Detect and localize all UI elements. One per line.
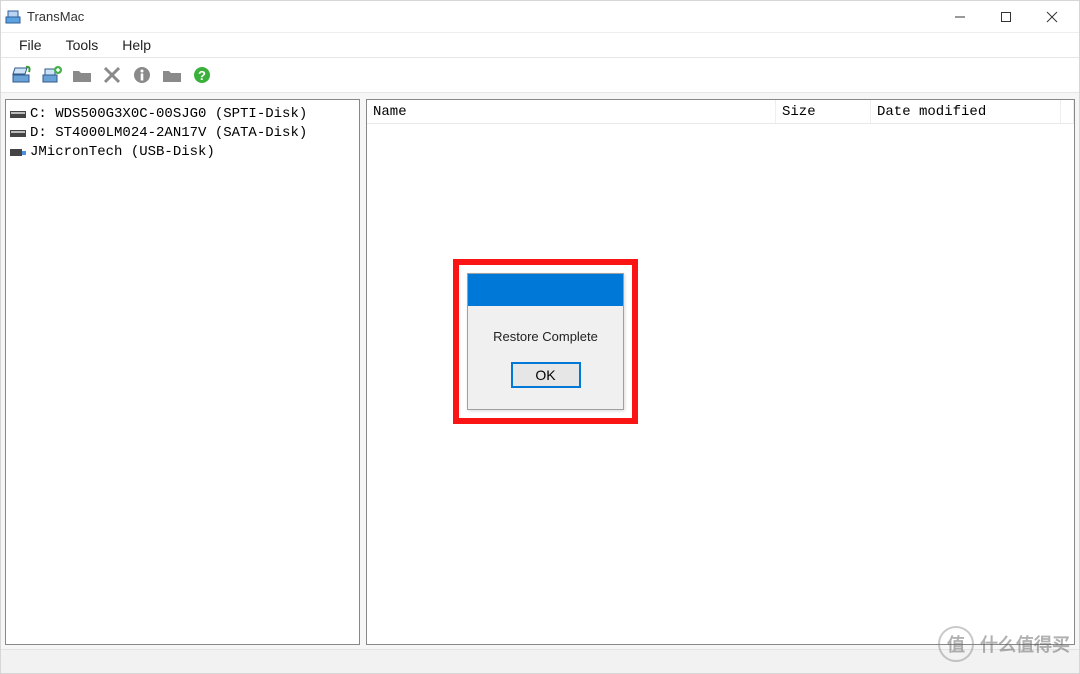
ok-button[interactable]: OK <box>511 362 581 388</box>
tree-item[interactable]: JMicronTech (USB-Disk) <box>8 142 357 161</box>
toolbar-folder-icon[interactable] <box>69 62 95 88</box>
usb-disk-icon <box>10 146 26 158</box>
titlebar: TransMac <box>1 1 1079 33</box>
tree-item-label: C: WDS500G3X0C-00SJG0 (SPTI-Disk) <box>30 106 307 122</box>
watermark-text: 什么值得买 <box>980 631 1070 657</box>
toolbar-add-disk-icon[interactable] <box>39 62 65 88</box>
dialog-message: Restore Complete <box>493 329 598 344</box>
menubar: File Tools Help <box>1 33 1079 57</box>
tree-item[interactable]: C: WDS500G3X0C-00SJG0 (SPTI-Disk) <box>8 104 357 123</box>
app-title: TransMac <box>27 9 84 24</box>
toolbar-explorer-icon[interactable] <box>159 62 185 88</box>
close-button[interactable] <box>1029 2 1075 32</box>
toolbar-info-icon[interactable] <box>129 62 155 88</box>
menu-file[interactable]: File <box>7 35 54 55</box>
column-date[interactable]: Date modified <box>871 100 1061 123</box>
column-name[interactable]: Name <box>367 100 776 123</box>
tree-item[interactable]: D: ST4000LM024-2AN17V (SATA-Disk) <box>8 123 357 142</box>
app-icon <box>5 9 21 25</box>
maximize-button[interactable] <box>983 2 1029 32</box>
menu-help[interactable]: Help <box>110 35 163 55</box>
tree-item-label: JMicronTech (USB-Disk) <box>30 144 215 160</box>
watermark: 值 什么值得买 <box>938 626 1070 662</box>
toolbar-open-icon[interactable] <box>9 62 35 88</box>
column-headers: Name Size Date modified <box>367 100 1074 124</box>
statusbar <box>1 649 1079 673</box>
column-size[interactable]: Size <box>776 100 871 123</box>
disk-icon <box>10 108 26 120</box>
toolbar-help-icon[interactable]: ? <box>189 62 215 88</box>
minimize-button[interactable] <box>937 2 983 32</box>
watermark-badge: 值 <box>938 626 974 662</box>
menu-tools[interactable]: Tools <box>54 35 111 55</box>
disk-tree-pane[interactable]: C: WDS500G3X0C-00SJG0 (SPTI-Disk) D: ST4… <box>5 99 360 645</box>
toolbar: ? <box>1 57 1079 93</box>
svg-text:?: ? <box>198 68 206 83</box>
dialog-titlebar[interactable] <box>468 274 623 306</box>
tree-item-label: D: ST4000LM024-2AN17V (SATA-Disk) <box>30 125 307 141</box>
disk-icon <box>10 127 26 139</box>
toolbar-delete-icon[interactable] <box>99 62 125 88</box>
restore-complete-dialog: Restore Complete OK <box>467 273 624 410</box>
